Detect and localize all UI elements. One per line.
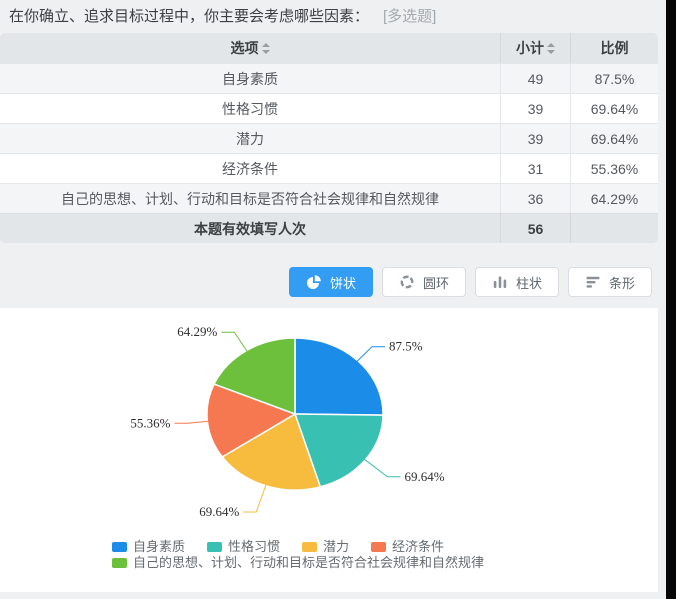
donut-chart-icon bbox=[399, 274, 415, 290]
pie-percentage-label: 69.64% bbox=[199, 504, 239, 519]
chart-type-label: 饼状 bbox=[330, 273, 356, 292]
cell-option: 自己的思想、计划、行动和目标是否符合社会规律和自然规律 bbox=[0, 183, 500, 213]
question-title: 在你确立、追求目标过程中，你主要会考虑哪些因素： [多选题] bbox=[0, 0, 658, 33]
page-content: 在你确立、追求目标过程中，你主要会考虑哪些因素： [多选题] 选项 小计 比例 自… bbox=[0, 0, 658, 592]
question-type-tag: [多选题] bbox=[383, 8, 436, 25]
legend-label: 潜力 bbox=[323, 539, 349, 554]
cell-ratio: 55.36% bbox=[570, 153, 658, 183]
chart-type-label: 条形 bbox=[609, 273, 635, 292]
pie-label-line bbox=[357, 347, 385, 362]
legend-item-5[interactable]: 自己的思想、计划、行动和目标是否符合社会规律和自然规律 bbox=[112, 555, 484, 570]
sort-icon bbox=[547, 43, 555, 54]
question-text: 在你确立、追求目标过程中，你主要会考虑哪些因素： bbox=[9, 8, 369, 25]
legend-swatch bbox=[302, 542, 317, 552]
column-header-count[interactable]: 小计 bbox=[500, 33, 570, 63]
legend-swatch bbox=[112, 558, 127, 568]
chart-legend: 自身素质 性格习惯 潜力 经济条件自己的思想、计划、行动和目标是否符合社会规律和自然规… bbox=[112, 539, 592, 570]
pie-percentage-label: 69.64% bbox=[405, 469, 445, 484]
cell-count: 31 bbox=[500, 153, 570, 183]
cell-ratio: 64.29% bbox=[570, 183, 658, 213]
table-footer-row: 本题有效填写人次 56 bbox=[0, 213, 658, 243]
legend-item-2[interactable]: 性格习惯 bbox=[207, 539, 280, 554]
table-header-row: 选项 小计 比例 bbox=[0, 33, 658, 63]
column-header-ratio-label: 比例 bbox=[601, 40, 629, 56]
chart-type-label: 柱状 bbox=[516, 273, 542, 292]
footer-label-cell: 本题有效填写人次 bbox=[0, 213, 500, 243]
table-row: 自身素质4987.5% bbox=[0, 63, 658, 93]
pie-chart-icon bbox=[306, 274, 322, 290]
table-row: 性格习惯3969.64% bbox=[0, 93, 658, 123]
question-stats-section: 在你确立、追求目标过程中，你主要会考虑哪些因素： [多选题] 选项 小计 比例 自… bbox=[0, 0, 658, 308]
bar-chart-icon bbox=[585, 274, 601, 290]
legend-label: 自身素质 bbox=[133, 539, 185, 554]
sort-icon bbox=[262, 43, 270, 54]
column-header-ratio: 比例 bbox=[570, 33, 658, 63]
legend-swatch bbox=[371, 542, 386, 552]
cell-option: 经济条件 bbox=[0, 153, 500, 183]
cell-count: 49 bbox=[500, 63, 570, 93]
legend-item-1[interactable]: 自身素质 bbox=[112, 539, 185, 554]
cell-count: 36 bbox=[500, 183, 570, 213]
screen-edge bbox=[666, 0, 676, 599]
footer-ratio-cell bbox=[570, 213, 658, 243]
footer-count-cell: 56 bbox=[500, 213, 570, 243]
results-table: 选项 小计 比例 自身素质4987.5%性格习惯3969.64%潜力3969.6… bbox=[0, 33, 658, 243]
chart-type-button-donut[interactable]: 圆环 bbox=[382, 267, 466, 297]
chart-type-label: 圆环 bbox=[423, 273, 449, 292]
pie-percentage-label: 55.36% bbox=[130, 415, 170, 430]
cell-count: 39 bbox=[500, 93, 570, 123]
legend-label: 性格习惯 bbox=[228, 539, 280, 554]
table-row: 经济条件3155.36% bbox=[0, 153, 658, 183]
pie-slice-1[interactable] bbox=[295, 338, 383, 415]
chart-type-button-column[interactable]: 柱状 bbox=[475, 267, 559, 297]
column-header-option[interactable]: 选项 bbox=[0, 33, 500, 63]
chart-type-toolbar: 饼状 圆环 柱状 条形 bbox=[0, 267, 658, 297]
legend-item-4[interactable]: 经济条件 bbox=[371, 539, 444, 554]
column-chart-icon bbox=[492, 274, 508, 290]
pie-percentage-label: 87.5% bbox=[389, 339, 423, 354]
cell-ratio: 87.5% bbox=[570, 63, 658, 93]
chart-type-button-pie[interactable]: 饼状 bbox=[289, 267, 373, 297]
pie-label-line bbox=[243, 485, 266, 512]
legend-label: 自己的思想、计划、行动和目标是否符合社会规律和自然规律 bbox=[133, 555, 484, 570]
pie-chart: 87.5% 69.64% 69.64% 55.36% 64.29% bbox=[0, 313, 658, 538]
cell-option: 自身素质 bbox=[0, 63, 500, 93]
legend-swatch bbox=[207, 542, 222, 552]
chart-section: 87.5% 69.64% 69.64% 55.36% 64.29% 自身素质 性格习惯 潜力… bbox=[0, 308, 658, 592]
legend-item-3[interactable]: 潜力 bbox=[302, 539, 349, 554]
column-header-option-label: 选项 bbox=[231, 40, 259, 56]
pie-label-line bbox=[364, 459, 400, 477]
column-header-count-label: 小计 bbox=[516, 40, 544, 56]
cell-option: 性格习惯 bbox=[0, 93, 500, 123]
table-row: 自己的思想、计划、行动和目标是否符合社会规律和自然规律3664.29% bbox=[0, 183, 658, 213]
cell-option: 潜力 bbox=[0, 123, 500, 153]
cell-count: 39 bbox=[500, 123, 570, 153]
pie-label-line bbox=[175, 421, 209, 423]
legend-swatch bbox=[112, 542, 127, 552]
legend-label: 经济条件 bbox=[392, 539, 444, 554]
survey-results-page: 在你确立、追求目标过程中，你主要会考虑哪些因素： [多选题] 选项 小计 比例 自… bbox=[0, 0, 676, 599]
table-row: 潜力3969.64% bbox=[0, 123, 658, 153]
cell-ratio: 69.64% bbox=[570, 123, 658, 153]
chart-type-button-bar[interactable]: 条形 bbox=[568, 267, 652, 297]
cell-ratio: 69.64% bbox=[570, 93, 658, 123]
pie-percentage-label: 64.29% bbox=[177, 324, 217, 339]
pie-label-line bbox=[221, 332, 247, 351]
